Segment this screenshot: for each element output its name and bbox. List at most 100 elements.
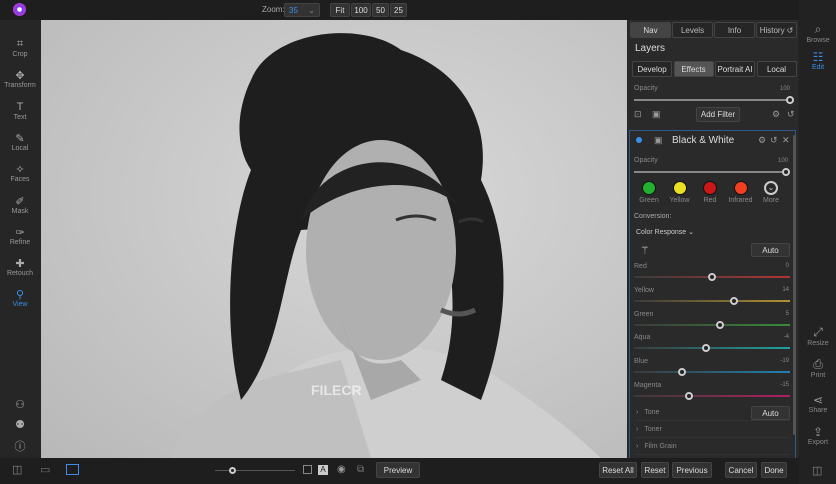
opacity-slider[interactable] [634, 96, 794, 104]
filter-enabled-dot[interactable] [636, 137, 642, 143]
zoom-preset-100[interactable]: 100 [351, 3, 371, 17]
wand-icon[interactable]: ⚚ [640, 244, 650, 257]
mask-icon[interactable]: ▣ [652, 109, 661, 120]
section-film-grain[interactable]: › Film Grain [636, 439, 790, 455]
tool-local[interactable]: ✎ Local [0, 132, 40, 152]
preview-button[interactable]: Preview [376, 462, 420, 478]
tool-crop[interactable]: ⌗ Crop [0, 38, 40, 58]
panel-toggle-icon[interactable]: ◫ [812, 464, 822, 477]
reset-icon[interactable]: ↺ [787, 109, 795, 120]
faces-icon: ✧ [15, 164, 25, 177]
opacity-label: Opacity [634, 85, 658, 92]
layers-icon[interactable]: ⚇ [0, 398, 40, 411]
share-icon: ⋖ [812, 393, 824, 407]
magenta-slider[interactable] [634, 392, 790, 400]
history-icon: ↺ [786, 25, 794, 35]
mask-icon: ✐ [15, 195, 25, 208]
reset-button[interactable]: Reset [641, 462, 669, 478]
fullscreen-icon[interactable] [66, 464, 79, 475]
settings-icon[interactable]: ⚙ [772, 109, 780, 120]
tool-faces[interactable]: ✧ Faces [0, 163, 40, 183]
filter-settings-icon[interactable]: ⚙ [758, 135, 766, 146]
green-slider[interactable] [634, 320, 790, 329]
yellow-label: Yellow [634, 286, 654, 294]
photo-canvas[interactable]: FILECR [41, 20, 627, 458]
circle-mask-icon[interactable]: ◉ [337, 464, 346, 475]
subtab-effects[interactable]: Effects [673, 61, 714, 77]
view-icon: ⚲ [15, 289, 25, 302]
crop-icon: ⌗ [16, 38, 24, 50]
subtab-portrait-ai[interactable]: Portrait AI [715, 61, 755, 77]
help-icon[interactable]: ⓘ [0, 438, 40, 453]
user-icon[interactable]: ⚉ [0, 418, 40, 431]
done-button[interactable]: Done [761, 462, 787, 478]
text-overlay-icon[interactable]: A [318, 465, 328, 475]
tool-transform[interactable]: ✥ Transform [0, 69, 40, 89]
filter-opacity-slider[interactable] [634, 168, 790, 176]
preset-more[interactable]: ⌄ More [757, 181, 785, 204]
filter-opacity-label: Opacity [634, 157, 658, 164]
print-button[interactable]: ⎙ Print [800, 357, 836, 379]
layers-title: Layers [635, 43, 666, 54]
tool-refine[interactable]: ✑ Refine [0, 226, 40, 246]
zoom-preset-50[interactable]: 50 [372, 3, 389, 17]
filter-reset-icon[interactable]: ↺ [770, 135, 778, 146]
blue-slider[interactable] [634, 368, 790, 377]
brush-icon: ✎ [15, 132, 25, 145]
filter-title: Black & White [672, 135, 735, 146]
tab-history[interactable]: History ↺ [756, 22, 797, 38]
tab-info[interactable]: Info [714, 22, 755, 38]
color-response-dropdown[interactable]: Color Response ⌄ [636, 228, 694, 236]
reset-all-button[interactable]: Reset All [599, 462, 637, 478]
green-swatch-icon [642, 181, 656, 195]
infrared-swatch-icon [733, 181, 748, 195]
browse-button[interactable]: ⌕ Browse [800, 22, 836, 44]
print-icon: ⎙ [813, 357, 823, 371]
transform-icon: ✥ [15, 70, 25, 83]
compare-icon[interactable] [303, 465, 312, 474]
text-icon: T [16, 100, 24, 113]
section-toner[interactable]: › Toner [636, 422, 790, 438]
edit-button[interactable]: ☷ Edit [800, 50, 836, 71]
export-button[interactable]: ⇪ Export [800, 425, 836, 446]
tool-mask[interactable]: ✐ Mask [0, 195, 40, 215]
zoom-preset-fit[interactable]: Fit [330, 3, 350, 17]
share-button[interactable]: ⋖ Share [800, 393, 836, 414]
zoom-preset-25[interactable]: 25 [390, 3, 407, 17]
chevron-right-icon: › [636, 409, 639, 416]
red-label: Red [634, 263, 647, 270]
tool-view[interactable]: ⚲ View [0, 288, 40, 308]
section-tone[interactable]: › Tone [636, 405, 790, 421]
previous-button[interactable]: Previous [672, 462, 712, 478]
tab-levels[interactable]: Levels [672, 22, 713, 38]
aqua-slider[interactable] [634, 344, 790, 353]
export-view-icon[interactable]: ⧉ [357, 464, 364, 475]
filter-mask-icon[interactable]: ▣ [654, 135, 663, 146]
yellow-slider[interactable] [634, 296, 790, 305]
single-view-icon[interactable]: ◫ [12, 463, 22, 476]
magenta-value: -15 [780, 382, 789, 388]
close-icon[interactable]: ✕ [782, 135, 790, 146]
tool-text[interactable]: T Text [0, 101, 40, 121]
magenta-label: Magenta [634, 382, 662, 389]
camera-icon[interactable]: ⊡ [634, 109, 642, 120]
zoom-slider[interactable] [215, 467, 295, 474]
panel-scrollbar[interactable] [793, 135, 796, 435]
auto-button[interactable]: Auto [751, 243, 790, 257]
blue-value: -19 [780, 358, 789, 365]
red-slider[interactable] [634, 273, 790, 281]
blue-label: Blue [634, 358, 649, 366]
tool-retouch[interactable]: ✚ Retouch [0, 257, 40, 277]
app-logo [13, 3, 26, 16]
cancel-button[interactable]: Cancel [725, 462, 757, 478]
browse-icon: ⌕ [814, 22, 822, 36]
chevron-right-icon: › [636, 443, 639, 450]
resize-button[interactable]: ⤢ Resize [800, 325, 836, 347]
subtab-develop[interactable]: Develop [632, 61, 672, 77]
zoom-select[interactable]: 35 ⌄ [284, 3, 320, 17]
subtab-local[interactable]: Local [756, 61, 797, 77]
resize-icon: ⤢ [813, 325, 823, 339]
tab-nav[interactable]: Nav [630, 22, 671, 38]
filmstrip-icon[interactable]: ▭ [40, 463, 50, 476]
add-filter-button[interactable]: Add Filter [696, 107, 740, 122]
